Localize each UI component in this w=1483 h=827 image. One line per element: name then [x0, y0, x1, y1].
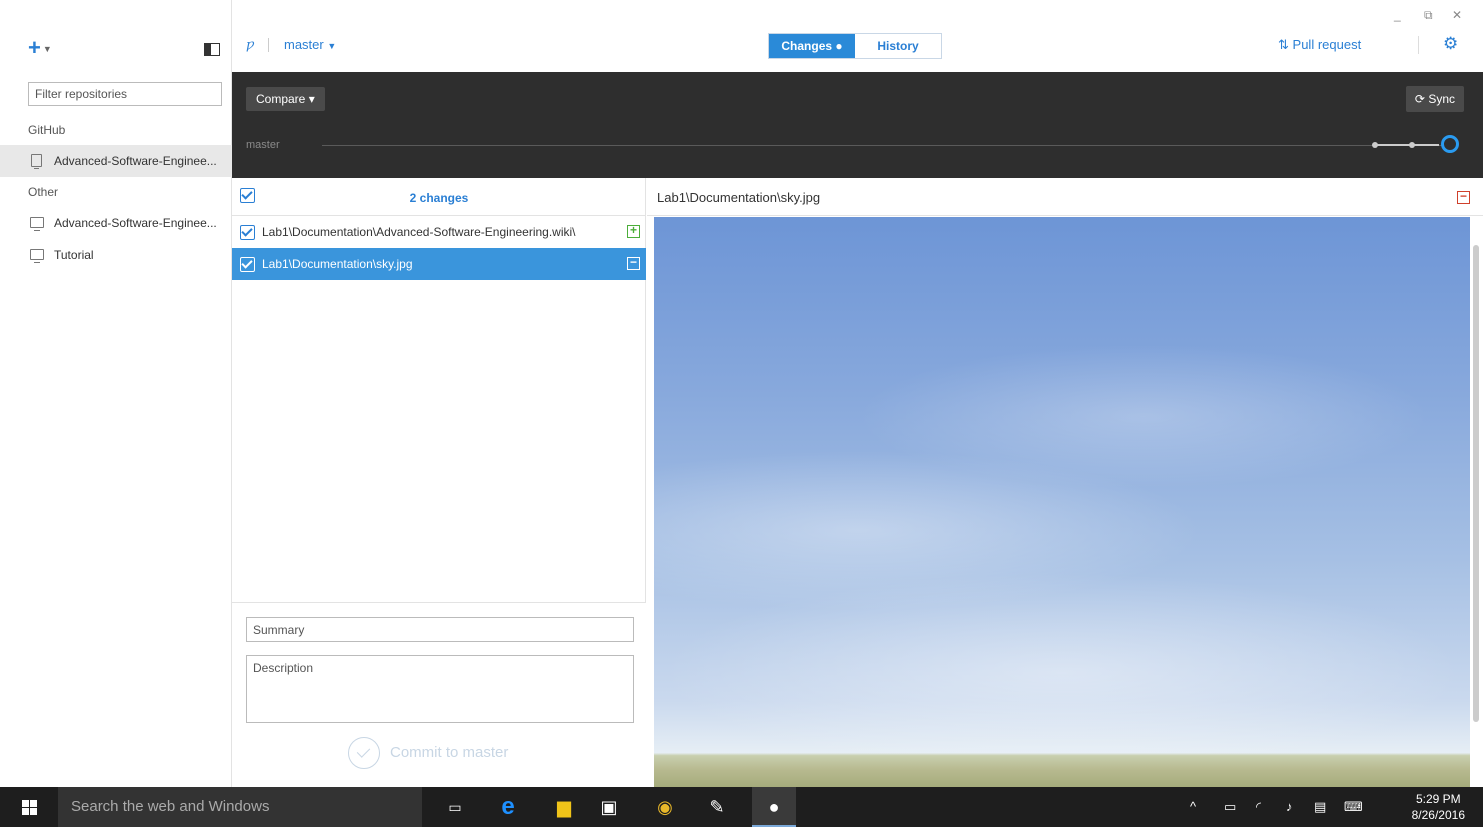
- branch-selector[interactable]: master ▼: [284, 37, 336, 52]
- chrome-icon[interactable]: ◉: [653, 795, 677, 819]
- changes-header: 2 changes: [232, 178, 646, 216]
- view-tabs: Changes ● History: [768, 33, 942, 59]
- taskbar-search-box[interactable]: Search the web and Windows: [58, 787, 422, 827]
- commit-button[interactable]: Commit to master: [348, 736, 508, 770]
- section-label-github: GitHub: [28, 123, 66, 137]
- compare-button[interactable]: Compare ▾: [246, 87, 325, 111]
- diff-preview-pane: Lab1\Documentation\sky.jpg −: [647, 178, 1483, 787]
- tray-volume-icon[interactable]: ♪: [1286, 799, 1293, 814]
- changes-panel: 2 changes Lab1\Documentation\Advanced-So…: [232, 178, 646, 787]
- divider: [268, 38, 269, 52]
- timeline-branch-label: master: [246, 139, 280, 151]
- timeline-current-commit[interactable]: [1441, 135, 1459, 153]
- changed-file-row[interactable]: Lab1\Documentation\sky.jpg −: [232, 248, 646, 280]
- changes-count: 2 changes: [409, 191, 469, 205]
- clock-time: 5:29 PM: [1415, 792, 1461, 806]
- sidebar-item-label: Advanced-Software-Enginee...: [54, 154, 217, 168]
- timeline-commit-dot[interactable]: [1409, 142, 1415, 148]
- branch-label: master: [284, 37, 324, 52]
- commit-button-label: Commit to master: [390, 744, 509, 761]
- chevron-down-icon: ▼: [42, 44, 52, 55]
- edge-icon[interactable]: e: [496, 795, 520, 819]
- paint-icon[interactable]: ✎: [705, 795, 729, 819]
- sidebar-item-label: Advanced-Software-Enginee...: [54, 216, 217, 230]
- chevron-down-icon: ▼: [327, 41, 337, 51]
- tray-chevron-up-icon[interactable]: ^: [1190, 799, 1196, 814]
- timeline-commit-dot[interactable]: [1372, 142, 1378, 148]
- pull-request-button[interactable]: ⇅ Pull request: [1278, 37, 1361, 53]
- file-checkbox[interactable]: [240, 225, 255, 240]
- timeline-line: [322, 145, 1442, 146]
- sync-icon: ⟳: [1414, 92, 1425, 106]
- windows-taskbar: Search the web and Windows ▭ e ▆ ▣ ◉ ✎ ●…: [0, 787, 1483, 827]
- timeline-commits-segment: [1375, 144, 1439, 146]
- file-explorer-icon[interactable]: ▆: [552, 795, 576, 819]
- github-desktop-icon: ●: [768, 797, 780, 817]
- commit-form: Commit to master: [232, 602, 646, 787]
- file-path: Lab1\Documentation\sky.jpg: [262, 257, 413, 271]
- tray-battery-icon[interactable]: ▭: [1224, 799, 1236, 815]
- plus-icon: +: [28, 35, 41, 60]
- repository-sidebar: +▼ GitHub Advanced-Software-Enginee... O…: [0, 0, 232, 787]
- close-button[interactable]: ✕: [1452, 8, 1462, 22]
- commit-summary-input[interactable]: [246, 617, 634, 642]
- clock-date: 8/26/2016: [1411, 808, 1465, 822]
- section-label-other: Other: [28, 185, 59, 199]
- tab-history[interactable]: History: [855, 34, 941, 58]
- sync-label: Sync: [1428, 92, 1455, 106]
- modified-file-icon: −: [1457, 190, 1470, 204]
- image-preview: [654, 217, 1470, 787]
- diff-file-dir: Lab1\Documentation\: [657, 190, 781, 205]
- filter-repositories-input[interactable]: [28, 82, 222, 106]
- tray-keyboard-icon[interactable]: ⌨: [1344, 799, 1363, 815]
- tray-notification-icon[interactable]: ▤: [1314, 799, 1326, 815]
- file-checkbox[interactable]: [240, 257, 255, 272]
- windows-start-icon[interactable]: [22, 800, 38, 815]
- compare-bar: Compare ▾ ⟳ Sync master: [232, 72, 1483, 178]
- add-repository-button[interactable]: + ▼: [28, 35, 52, 60]
- task-view-icon[interactable]: ▭: [443, 795, 467, 819]
- store-icon[interactable]: ▣: [597, 795, 621, 819]
- repo-icon: [31, 154, 42, 169]
- scrollbar[interactable]: [1473, 245, 1479, 722]
- sidebar-item-repo[interactable]: Advanced-Software-Enginee...: [0, 145, 232, 177]
- changed-file-row[interactable]: Lab1\Documentation\Advanced-Software-Eng…: [232, 216, 646, 248]
- minimize-button[interactable]: _: [1394, 8, 1401, 22]
- sync-button[interactable]: ⟳ Sync: [1405, 86, 1464, 112]
- commit-description-input[interactable]: [246, 655, 634, 723]
- file-path: Lab1\Documentation\Advanced-Software-Eng…: [262, 225, 576, 239]
- github-desktop-window: +▼ GitHub Advanced-Software-Enginee... O…: [0, 0, 1483, 787]
- pull-request-icon: ⇅: [1278, 37, 1289, 52]
- taskbar-active-app[interactable]: ●: [752, 787, 796, 827]
- branch-icon: ƿ: [246, 38, 255, 53]
- sidebar-item-repo[interactable]: Tutorial: [0, 239, 232, 271]
- diff-header: Lab1\Documentation\sky.jpg −: [647, 178, 1483, 216]
- sidebar-item-label: Tutorial: [54, 248, 94, 262]
- toggle-sidebar-icon[interactable]: [204, 43, 220, 56]
- added-file-icon: +: [627, 224, 640, 238]
- computer-icon: [30, 217, 44, 231]
- divider: [1418, 36, 1419, 54]
- top-toolbar: ƿ master ▼ Changes ● History ⇅ Pull requ…: [232, 0, 1483, 72]
- tab-changes[interactable]: Changes ●: [769, 34, 855, 58]
- diff-file-name: sky.jpg: [780, 190, 821, 205]
- pull-request-label: Pull request: [1292, 37, 1362, 52]
- taskbar-clock[interactable]: 5:29 PM 8/26/2016: [1412, 791, 1465, 823]
- sidebar-item-repo[interactable]: Advanced-Software-Enginee...: [0, 207, 232, 239]
- restore-button[interactable]: ⧉: [1424, 8, 1433, 23]
- tray-wifi-icon[interactable]: ◜: [1256, 799, 1261, 815]
- gear-icon[interactable]: ⚙: [1443, 34, 1458, 54]
- diff-file-path: Lab1\Documentation\sky.jpg: [657, 190, 820, 205]
- modified-file-icon: −: [627, 256, 640, 270]
- computer-icon: [30, 249, 44, 263]
- check-circle-icon: [348, 737, 380, 770]
